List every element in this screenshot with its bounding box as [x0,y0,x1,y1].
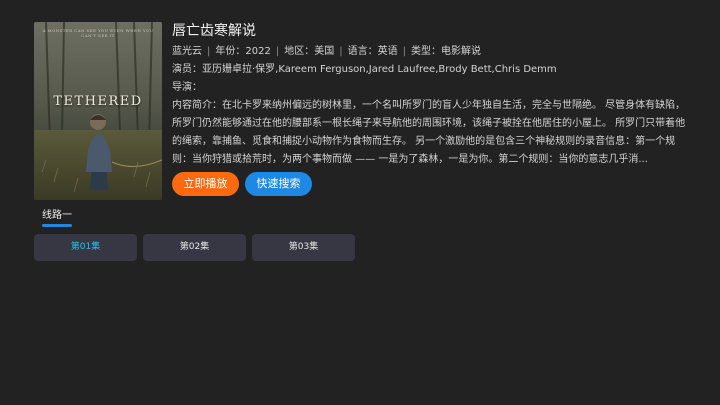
movie-title: 唇亡齿寒解说 [172,23,256,39]
quick-search-button[interactable]: 快速搜索 [245,172,312,196]
meta-row: 蓝光云 | 年份：2022 | 地区：美国 | 语言：英语 | 类型：电影解说 [172,43,692,61]
tab-line-1[interactable]: 线路一 [42,206,72,227]
poster-title: TETHERED [53,94,143,109]
play-now-button[interactable]: 立即播放 [172,172,239,196]
language-value: 英语 [377,46,398,57]
movie-info: 唇亡齿寒解说 蓝光云 | 年份：2022 | 地区：美国 | 语言：英语 | 类型：电影解说 演… [172,20,692,169]
active-tab-indicator [42,224,72,227]
episode-list: 第01集 第02集 第03集 [34,234,355,261]
region-value: 美国 [314,46,335,57]
genre-label: 类型 [410,46,431,57]
detail-page: A MONSTER CAN SEE YOU EVEN WHEN YOU CAN'… [0,0,720,405]
colon: ： [304,46,315,57]
colon: ： [367,46,378,57]
episode-button-3[interactable]: 第03集 [252,234,355,261]
director-row: 导演： [172,79,692,97]
cast-value: 亚历姗卓拉·保罗,Kareem Ferguson,Jared Laufree,B… [202,64,557,75]
colon: ： [192,64,202,75]
separator: | [207,46,211,57]
synopsis: 内容简介：在北卡罗来纳州偏远的树林里，一个名叫所罗门的盲人少年独自生活，完全与世… [172,97,692,169]
poster-artwork [34,22,162,200]
separator: | [275,46,280,57]
episode-button-1[interactable]: 第01集 [34,234,137,261]
separator: | [339,46,343,57]
episode-button-2[interactable]: 第02集 [143,234,246,261]
colon: ： [430,46,441,57]
year-label: 年份 [215,46,236,57]
separator: | [402,46,406,57]
director-label: 导演 [172,82,192,93]
cast-row: 演员：亚历姗卓拉·保罗,Kareem Ferguson,Jared Laufre… [172,61,692,79]
region-label: 地区 [284,46,305,57]
colon: ： [212,100,222,111]
action-buttons: 立即播放 快速搜索 [172,172,312,196]
year-value: 2022 [245,46,271,57]
line-tab-label: 线路一 [42,210,72,221]
source-value: 蓝光云 [172,46,202,57]
colon: ： [192,82,202,93]
genre-value: 电影解说 [440,46,481,57]
synopsis-text: 在北卡罗来纳州偏远的树林里，一个名叫所罗门的盲人少年独自生活，完全与世隔绝。 尽… [172,100,686,165]
synopsis-label: 内容简介 [172,100,212,111]
language-label: 语言 [347,46,368,57]
poster-tagline: A MONSTER CAN SEE YOU EVEN WHEN YOU CAN'… [42,28,154,38]
cast-label: 演员 [172,64,192,75]
movie-poster[interactable]: A MONSTER CAN SEE YOU EVEN WHEN YOU CAN'… [34,22,162,200]
colon: ： [235,46,246,57]
